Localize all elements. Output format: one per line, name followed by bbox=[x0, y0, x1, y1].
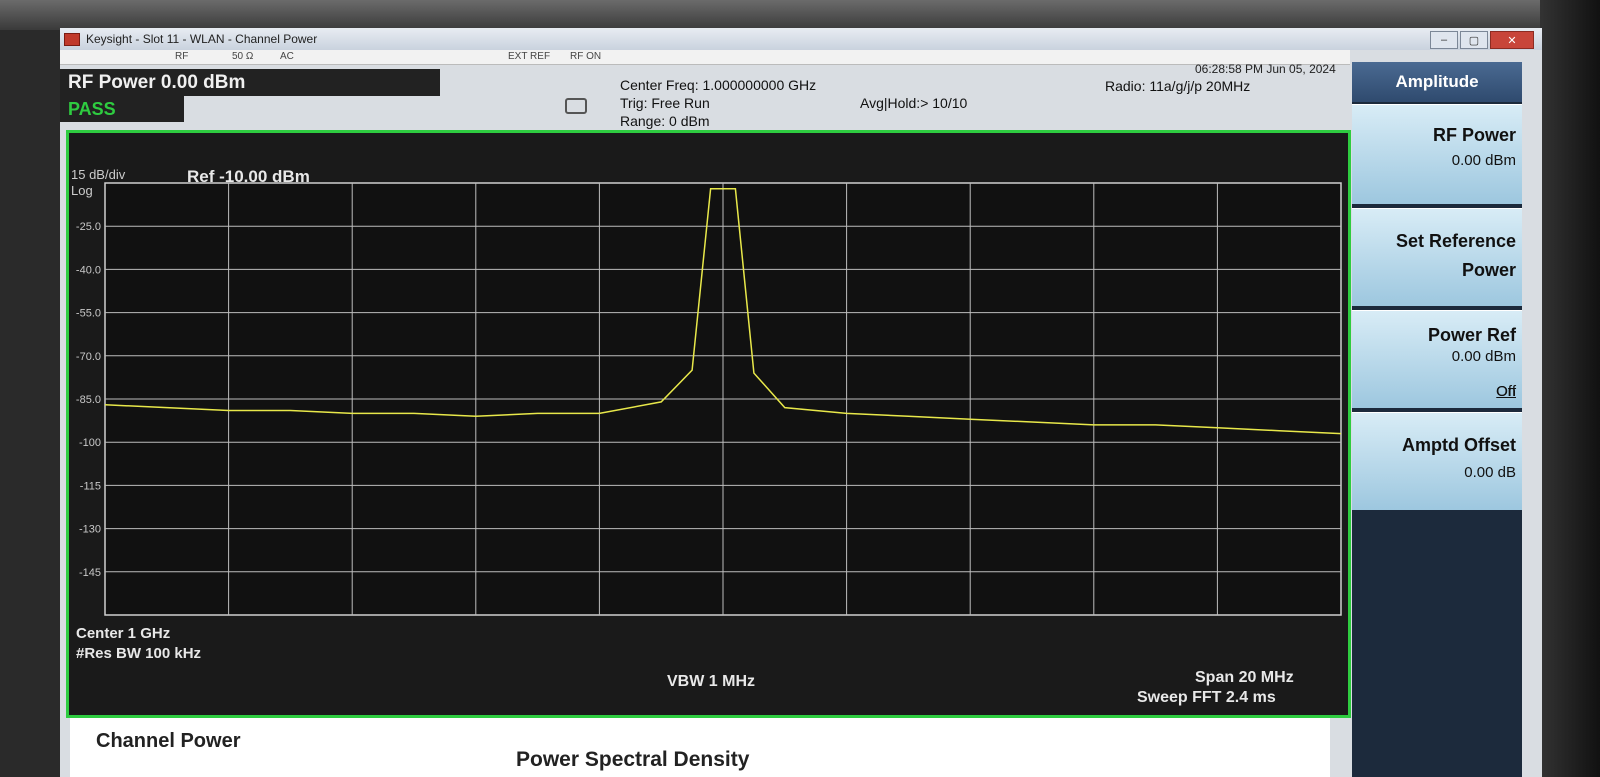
softkey-label: RF Power bbox=[1432, 125, 1516, 145]
set-reference-power-softkey[interactable]: Set Reference Power bbox=[1352, 208, 1522, 306]
status-coupling: AC bbox=[280, 51, 294, 62]
rf-power-result: RF Power 0.00 dBm bbox=[60, 69, 440, 96]
monitor-bezel-right bbox=[1540, 0, 1600, 777]
softkey-value: 0.00 dB bbox=[1464, 464, 1516, 481]
span-label: Span 20 MHz bbox=[1195, 669, 1294, 686]
ref-level-label: Ref -10.00 dBm bbox=[187, 167, 310, 186]
measurement-info: Center Freq: 1.000000000 GHz Trig: Free … bbox=[620, 76, 816, 130]
minimize-button[interactable]: – bbox=[1430, 31, 1458, 49]
channel-power-heading: Channel Power bbox=[96, 730, 241, 752]
y-tick-label: -115 bbox=[80, 480, 101, 492]
status-row: RF 50 Ω AC EXT REF RF ON bbox=[60, 50, 1350, 65]
y-tick-label: -40.0 bbox=[76, 264, 101, 276]
status-rf: RF bbox=[175, 51, 189, 62]
range-text: Range: 0 dBm bbox=[620, 113, 710, 129]
scale-label: 15 dB/div bbox=[71, 167, 126, 182]
softkey-value: 0.00 dBm bbox=[1451, 152, 1516, 169]
y-tick-label: -70.0 bbox=[76, 351, 101, 363]
psd-heading: Power Spectral Density bbox=[516, 748, 750, 771]
monitor-bezel-top bbox=[0, 0, 1600, 30]
status-ext-ref: EXT REF bbox=[508, 51, 551, 62]
window-controls: – ▢ ✕ bbox=[1430, 31, 1534, 49]
vbw-label: VBW 1 MHz bbox=[667, 673, 755, 690]
center-freq-text: Center Freq: 1.000000000 GHz bbox=[620, 77, 817, 93]
amptd-offset-softkey[interactable]: Amptd Offset 0.00 dB bbox=[1352, 412, 1522, 510]
power-ref-softkey[interactable]: Power Ref 0.00 dBm On Off bbox=[1352, 310, 1522, 408]
spectrum-plot-panel[interactable]: -25.0 -40.0 -55.0 -70.0 -85.0 -100 -115 -130 -14… bbox=[66, 130, 1351, 718]
close-button[interactable]: ✕ bbox=[1490, 31, 1534, 49]
radio-standard-text: Radio: 11a/g/j/p 20MHz bbox=[1105, 78, 1251, 94]
rf-power-softkey[interactable]: RF Power 0.00 dBm bbox=[1352, 104, 1522, 204]
y-tick-label: -130 bbox=[79, 524, 101, 536]
status-rf-on: RF ON bbox=[570, 51, 602, 62]
analyzer-screen: Keysight - Slot 11 - WLAN - Channel Powe… bbox=[60, 28, 1542, 777]
trig-text: Trig: Free Run bbox=[620, 95, 710, 111]
avg-hold-text: Avg|Hold:> 10/10 bbox=[860, 95, 968, 111]
spectrum-plot: -25.0 -40.0 -55.0 -70.0 -85.0 -100 -115 -130 -14… bbox=[76, 182, 1342, 616]
log-label: Log bbox=[71, 183, 93, 198]
toggle-off-label: Off bbox=[1496, 383, 1516, 400]
window-titlebar: Keysight - Slot 11 - WLAN - Channel Powe… bbox=[60, 28, 1542, 50]
y-tick-label: -25.0 bbox=[76, 221, 101, 233]
y-tick-label: -145 bbox=[79, 567, 101, 579]
softkey-label: Amptd Offset bbox=[1402, 435, 1516, 455]
sweep-label: Sweep FFT 2.4 ms bbox=[1137, 689, 1276, 706]
center-label: Center 1 GHz bbox=[76, 625, 171, 642]
on-off-toggle[interactable]: On Off bbox=[1356, 383, 1516, 400]
app-icon bbox=[64, 32, 80, 46]
res-bw-label: #Res BW 100 kHz bbox=[76, 645, 202, 662]
y-tick-label: -55.0 bbox=[76, 308, 101, 320]
window-title: Keysight - Slot 11 - WLAN - Channel Powe… bbox=[86, 32, 318, 46]
y-tick-label: -100 bbox=[79, 437, 101, 449]
lower-results-panel: Channel Power Power Spectral Density bbox=[70, 718, 1330, 777]
softkey-value: 0.00 dBm bbox=[1451, 348, 1516, 365]
datetime: 06:28:58 PM Jun 05, 2024 bbox=[1195, 62, 1336, 76]
softkey-label: Set Reference bbox=[1395, 231, 1516, 251]
softkey-label: Power Ref bbox=[1427, 325, 1516, 345]
maximize-button[interactable]: ▢ bbox=[1460, 31, 1488, 49]
status-impedance: 50 Ω bbox=[232, 51, 254, 62]
y-tick-label: -85.0 bbox=[76, 394, 101, 406]
softkey-panel: Amplitude RF Power 0.00 dBm Set Referenc… bbox=[1352, 62, 1522, 777]
softkey-menu-title: Amplitude bbox=[1352, 62, 1522, 102]
softkey-label-line2: Power bbox=[1461, 260, 1516, 280]
message-icon bbox=[565, 98, 587, 114]
pass-indicator: PASS bbox=[60, 96, 184, 122]
